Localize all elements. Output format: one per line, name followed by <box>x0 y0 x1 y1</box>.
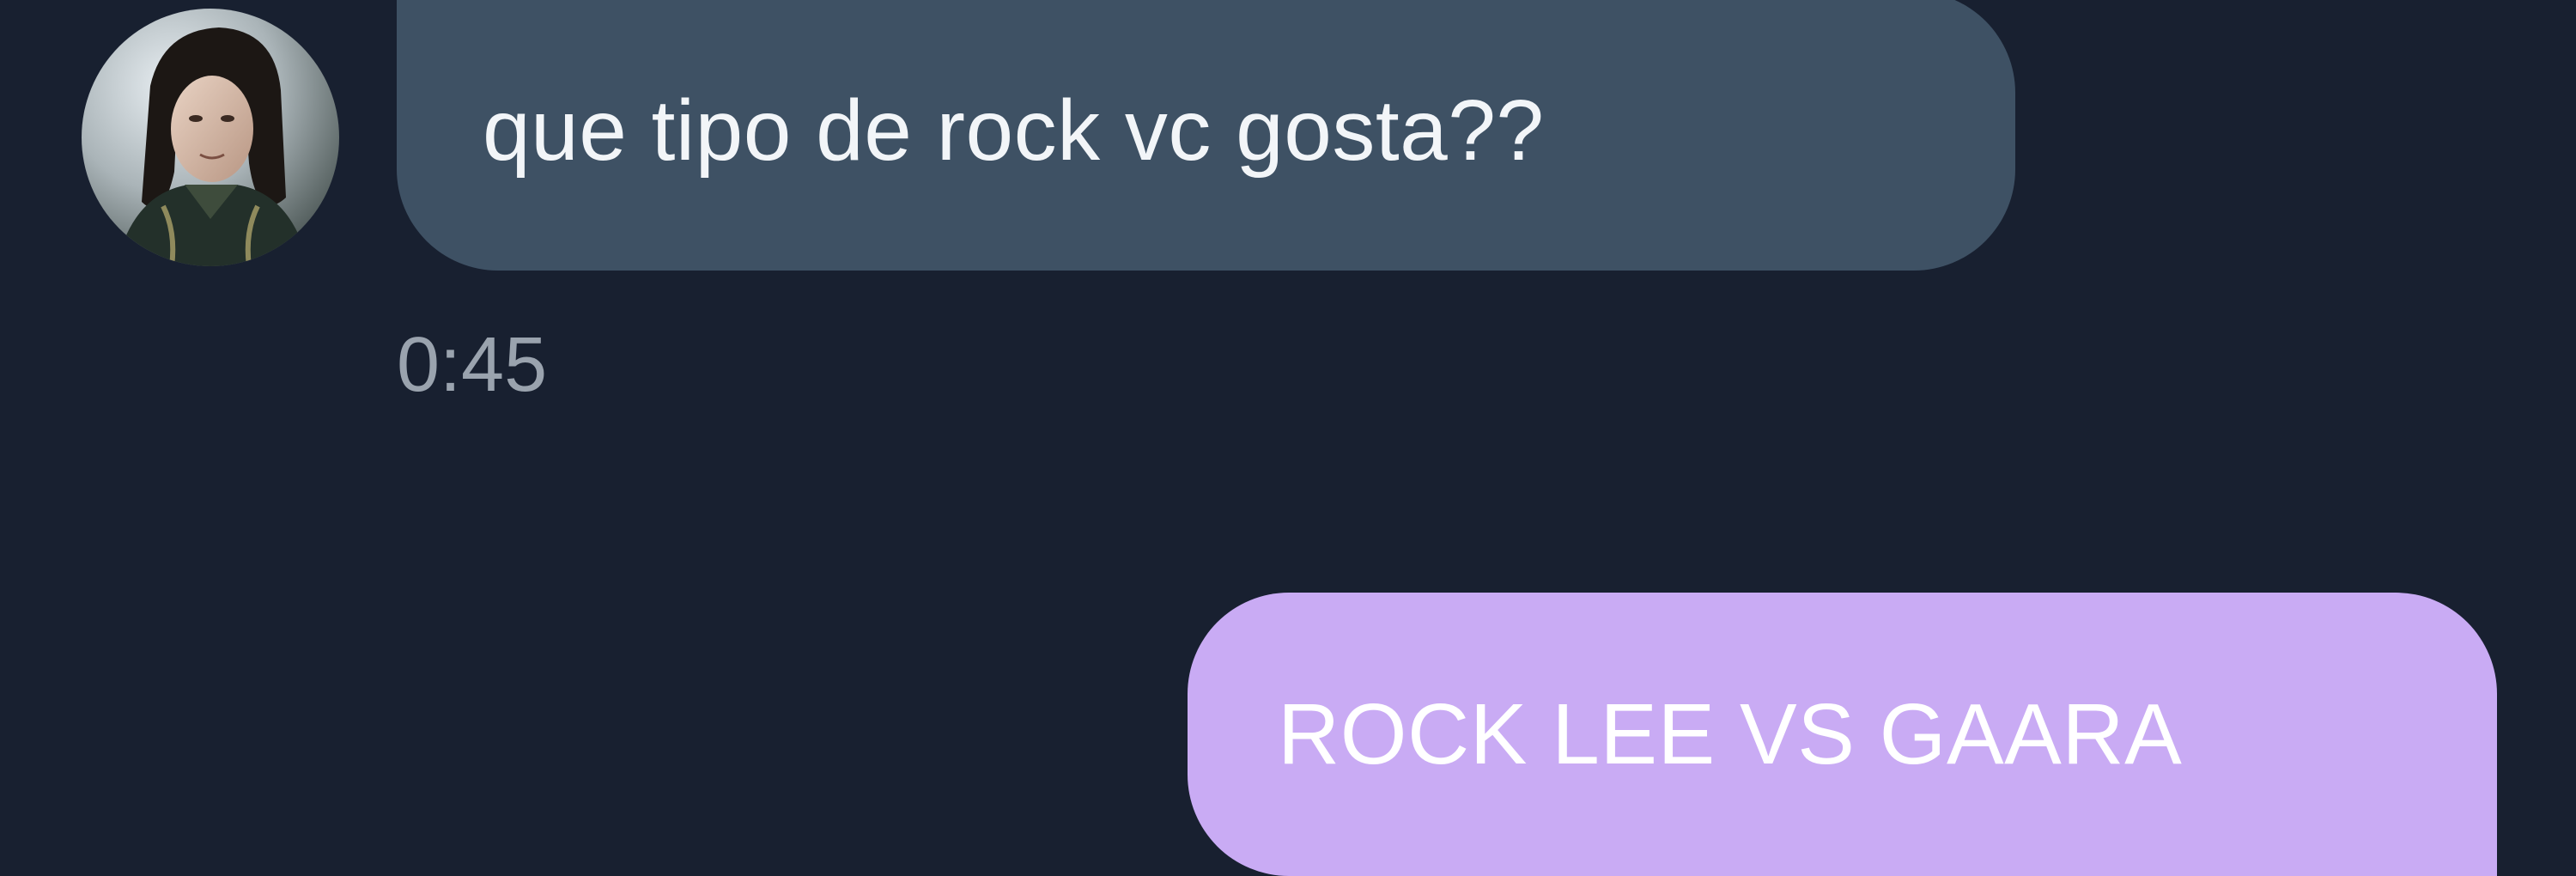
sender-avatar[interactable] <box>82 9 339 266</box>
outgoing-message-text: ROCK LEE VS GAARA <box>1278 685 2183 782</box>
avatar-photo-icon <box>82 9 339 266</box>
incoming-message-bubble[interactable]: que tipo de rock vc gosta?? <box>397 0 2015 271</box>
chat-thread: que tipo de rock vc gosta?? 0:45 ROCK LE… <box>0 0 2576 876</box>
incoming-message-text: que tipo de rock vc gosta?? <box>483 82 1545 179</box>
outgoing-message-bubble[interactable]: ROCK LEE VS GAARA <box>1188 593 2497 876</box>
message-timestamp: 0:45 <box>397 322 548 408</box>
